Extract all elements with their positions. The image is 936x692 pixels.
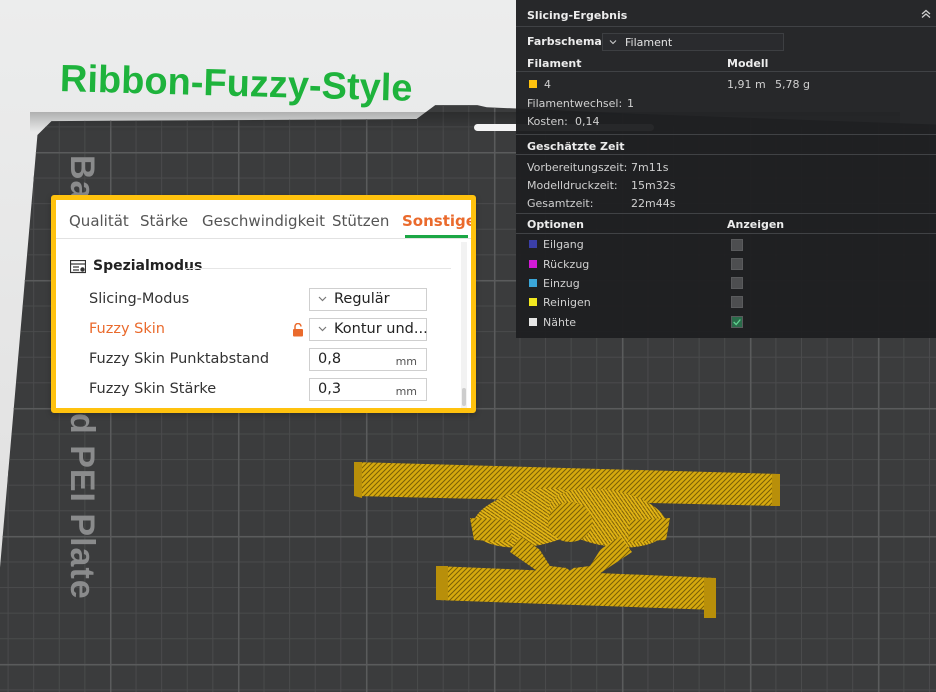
seams-color-swatch [529, 318, 537, 326]
total-time-value: 22m44s [631, 197, 676, 210]
model-lower-bar [436, 566, 716, 618]
chevron-down-icon [609, 40, 617, 45]
slicing-result-panel: Slicing-Ergebnis Farbschema Filament Fil… [516, 0, 936, 338]
slicing-mode-label: Slicing-Modus [89, 291, 190, 307]
fuzzy-skin-value: Kontur und... [334, 321, 428, 337]
model-column-header: Modell [727, 57, 769, 70]
filament-column-header: Filament [527, 57, 582, 70]
slicing-mode-select[interactable]: Regulär [309, 288, 427, 311]
options-header: Optionen [527, 218, 584, 231]
tab-speed[interactable]: Geschwindigkeit [202, 212, 325, 230]
filament-change-label: Filamentwechsel: [527, 97, 623, 110]
option-retraction-checkbox[interactable] [731, 258, 743, 270]
option-retraction-label: Rückzug [543, 258, 590, 271]
option-deretraction-label: Einzug [543, 277, 580, 290]
fuzzy-skin-point-distance-input[interactable]: 0,8 mm [309, 348, 427, 371]
chevron-down-icon [318, 296, 327, 302]
fuzzy-skin-thickness-label: Fuzzy Skin Stärke [89, 381, 217, 397]
option-seams-label: Nähte [543, 316, 577, 329]
filament-color-swatch [529, 80, 537, 88]
collapse-icon[interactable] [920, 8, 932, 20]
fuzzy-skin-thickness-input[interactable]: 0,3 mm [309, 378, 427, 401]
option-travel-label: Eilgang [543, 238, 584, 251]
checkmark-icon [733, 319, 741, 326]
filament-weight: 5,78 g [775, 78, 810, 91]
filament-change-value: 1 [627, 97, 634, 110]
unlocked-icon[interactable] [292, 323, 304, 337]
table-settings-icon [70, 260, 86, 274]
settings-tabbar: Qualität Stärke Geschwindigkeit Stützen … [56, 200, 471, 239]
filament-length: 1,91 m [727, 78, 766, 91]
divider [516, 134, 936, 135]
fuzzy-skin-thickness-value: 0,3 [318, 381, 342, 397]
color-scheme-select[interactable]: Filament [602, 33, 784, 51]
settings-scrollbar[interactable] [461, 242, 467, 408]
divider [516, 213, 936, 214]
color-scheme-label: Farbschema [527, 35, 602, 48]
cost-value: 0,14 [575, 115, 600, 128]
tab-strength[interactable]: Stärke [140, 212, 188, 230]
option-wipe-label: Reinigen [543, 296, 591, 309]
slicing-mode-value: Regulär [334, 291, 390, 307]
fuzzy-skin-label: Fuzzy Skin [89, 321, 165, 337]
option-deretraction-checkbox[interactable] [731, 277, 743, 289]
fuzzy-skin-point-distance-value: 0,8 [318, 351, 342, 367]
color-scheme-value: Filament [625, 36, 673, 49]
total-time-label: Gesamtzeit: [527, 197, 594, 210]
tab-quality[interactable]: Qualität [69, 212, 129, 230]
prep-time-value: 7m11s [631, 161, 669, 174]
divider [516, 154, 936, 155]
settings-scroll-thumb[interactable] [462, 388, 466, 406]
retraction-color-swatch [529, 260, 537, 268]
option-travel-checkbox[interactable] [731, 239, 743, 251]
section-title: Spezialmodus [93, 258, 203, 274]
deretraction-color-swatch [529, 279, 537, 287]
option-seams-checkbox[interactable] [731, 316, 743, 328]
fuzzy-skin-select[interactable]: Kontur und... [309, 318, 428, 341]
unit-label: mm [395, 355, 417, 368]
model-print-time-value: 15m32s [631, 179, 676, 192]
tab-supports[interactable]: Stützen [332, 212, 389, 230]
model-print-time-label: Modelldruckzeit: [527, 179, 618, 192]
settings-panel: Qualität Stärke Geschwindigkeit Stützen … [51, 195, 476, 413]
chevron-down-icon [318, 326, 327, 332]
section-divider [186, 268, 451, 269]
active-tab-indicator [405, 235, 468, 238]
divider [516, 233, 936, 234]
cost-label: Kosten: [527, 115, 568, 128]
estimated-time-title: Geschätzte Zeit [527, 140, 625, 153]
divider [516, 26, 936, 27]
option-wipe-checkbox[interactable] [731, 296, 743, 308]
filament-id: 4 [544, 78, 551, 91]
wipe-color-swatch [529, 298, 537, 306]
display-header: Anzeigen [727, 218, 785, 231]
travel-color-swatch [529, 240, 537, 248]
fuzzy-skin-point-distance-label: Fuzzy Skin Punktabstand [89, 351, 270, 367]
printed-model-ribbon[interactable] [340, 440, 800, 640]
prep-time-label: Vorbereitungszeit: [527, 161, 628, 174]
tab-others[interactable]: Sonstige [402, 212, 471, 230]
divider [516, 71, 936, 72]
unit-label: mm [395, 385, 417, 398]
slicing-result-title: Slicing-Ergebnis [527, 9, 628, 22]
model-title-text: Ribbon-Fuzzy-Style [59, 58, 414, 110]
